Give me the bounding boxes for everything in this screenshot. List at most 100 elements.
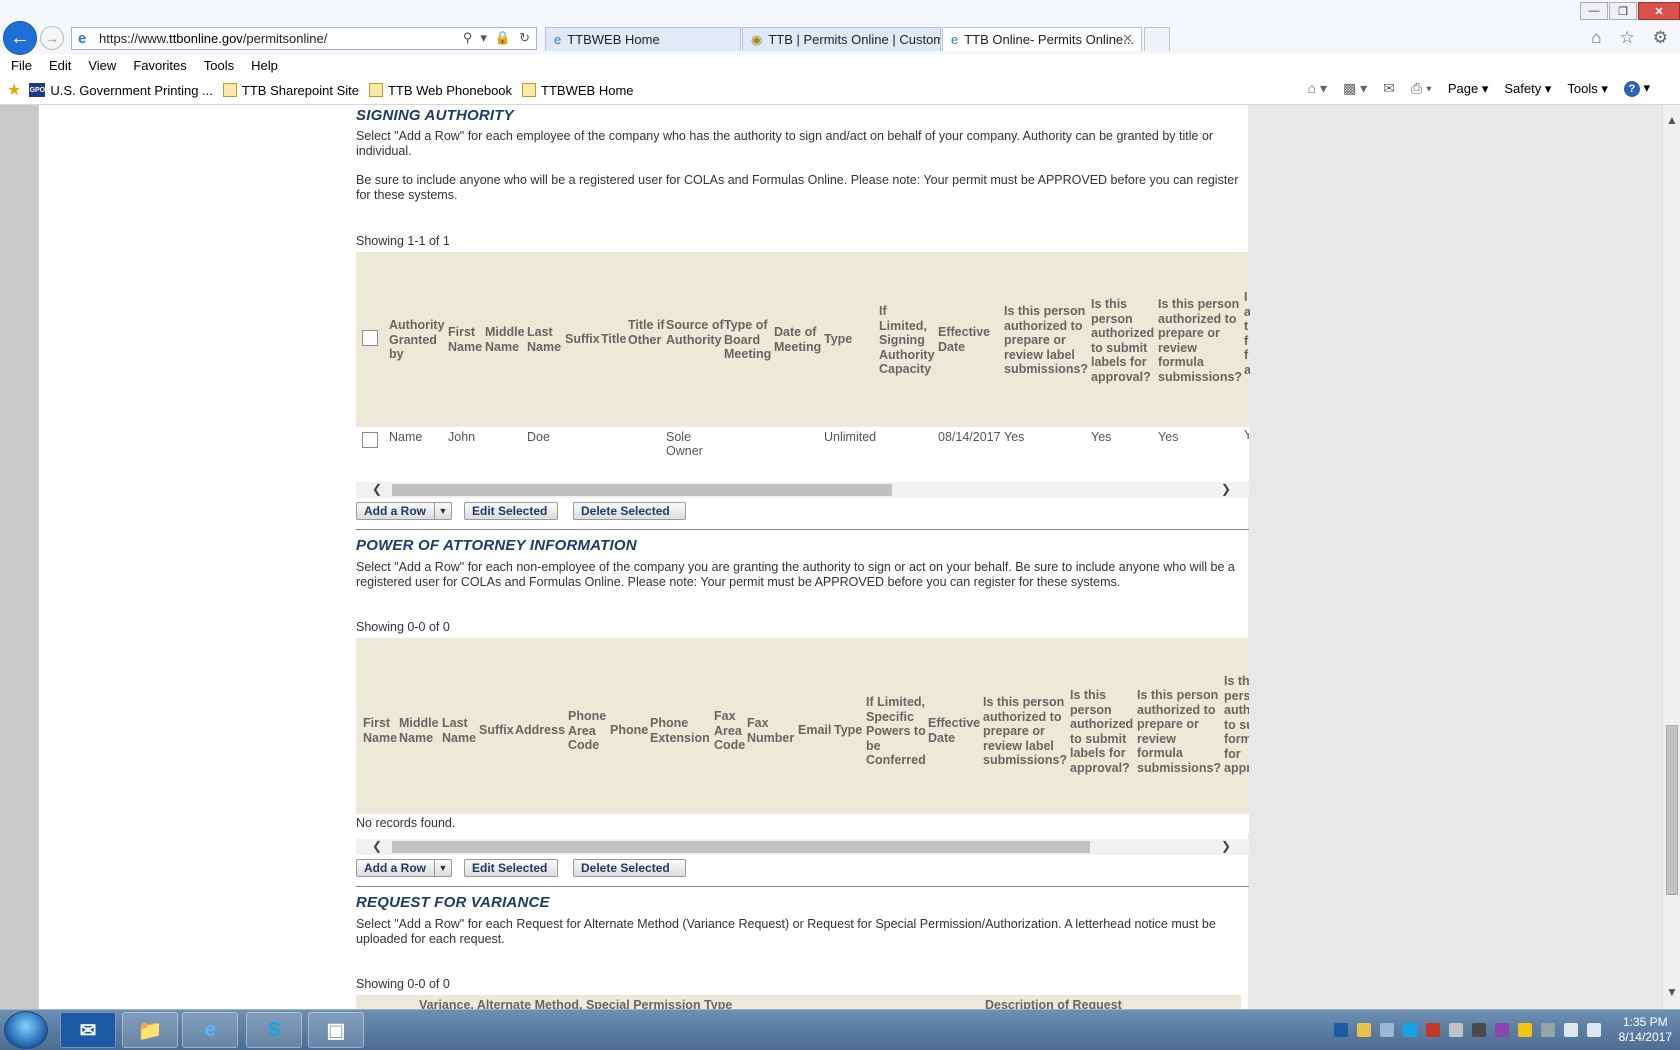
scroll-left-icon[interactable]: ❮ xyxy=(372,482,382,496)
col-authorized-submit-formulas-clipped[interactable]: I a t f f a xyxy=(1244,290,1250,377)
chevron-down-icon[interactable]: ▼ xyxy=(434,503,451,519)
device-tray-icon[interactable] xyxy=(1448,1023,1463,1037)
col-signing-capacity[interactable]: If Limited, Signing Authority Capacity xyxy=(879,304,937,377)
col-last-name[interactable]: Last Name xyxy=(527,325,563,354)
app-tray-icon[interactable] xyxy=(1494,1023,1509,1037)
scroll-right-icon[interactable]: ❯ xyxy=(1221,482,1231,496)
outlook-tray-icon[interactable] xyxy=(1333,1023,1348,1037)
col-type[interactable]: Type xyxy=(824,332,858,347)
col-suffix[interactable]: Suffix xyxy=(479,723,517,738)
menu-file[interactable]: File xyxy=(11,58,32,73)
shield-tray-icon[interactable] xyxy=(1425,1023,1440,1037)
tab-ttbweb-home[interactable]: e TTBWEB Home xyxy=(545,27,741,51)
star-icon[interactable]: ☆ xyxy=(1620,28,1635,48)
refresh-icon[interactable]: ↻ xyxy=(519,30,530,46)
col-type[interactable]: Type xyxy=(834,723,866,738)
menu-help[interactable]: Help xyxy=(251,58,278,73)
col-authorized-submit-labels[interactable]: Is this person authorized to submit labe… xyxy=(1070,688,1136,775)
signing-horizontal-scrollbar[interactable]: ❮ ❯ xyxy=(356,482,1249,498)
col-first-name[interactable]: First Name xyxy=(448,325,484,354)
tab-ttb-online-permits[interactable]: e TTB Online- Permits Online... ✕ xyxy=(942,27,1142,51)
scroll-up-icon[interactable]: ▲ xyxy=(1666,113,1678,127)
col-middle-name[interactable]: Middle Name xyxy=(399,716,441,745)
close-icon[interactable]: ✕ xyxy=(1122,31,1133,47)
gear-icon[interactable]: ⚙ xyxy=(1653,28,1668,48)
search-icon[interactable]: ⚲ xyxy=(463,30,473,46)
home-icon[interactable]: ⌂ ▾ xyxy=(1308,80,1327,97)
col-phone-extension[interactable]: Phone Extension xyxy=(650,716,714,745)
col-authority-granted-by[interactable]: Authority Granted by xyxy=(389,318,447,362)
chevron-down-icon[interactable]: ▾ xyxy=(480,30,487,46)
scroll-left-icon[interactable]: ❮ xyxy=(372,839,382,853)
col-authorized-submit-labels[interactable]: Is this person authorized to submit labe… xyxy=(1091,297,1157,384)
address-bar[interactable]: e https://www.ttbonline.gov/permitsonlin… xyxy=(71,27,537,50)
col-description-of-request[interactable]: Description of Request xyxy=(985,998,1185,1009)
cmd-page[interactable]: Page ▾ xyxy=(1448,81,1489,97)
scroll-thumb[interactable] xyxy=(392,841,1090,853)
col-suffix[interactable]: Suffix xyxy=(565,332,603,347)
cmd-safety[interactable]: Safety ▾ xyxy=(1504,81,1551,97)
vertical-scrollbar[interactable]: ▲ ▼ xyxy=(1662,105,1680,1009)
col-authorized-review-labels[interactable]: Is this person authorized to prepare or … xyxy=(983,695,1069,768)
new-tab-button[interactable] xyxy=(1144,27,1170,51)
menu-tools[interactable]: Tools xyxy=(204,58,234,73)
fav-ttb-phonebook[interactable]: TTB Web Phonebook xyxy=(368,83,512,98)
col-title-if-other[interactable]: Title if Other xyxy=(628,318,666,347)
scroll-down-icon[interactable]: ▼ xyxy=(1666,985,1678,999)
taskbar-app-window[interactable]: ▣ xyxy=(308,1012,364,1048)
fav-ttb-sharepoint[interactable]: TTB Sharepoint Site xyxy=(222,83,359,98)
col-address[interactable]: Address xyxy=(515,723,569,738)
taskbar-file-explorer[interactable]: 📁 xyxy=(122,1012,178,1048)
col-authorized-review-formulas[interactable]: Is this person authorized to prepare or … xyxy=(1137,688,1225,775)
col-specific-powers[interactable]: If Limited, Specific Powers to be Confer… xyxy=(866,695,930,768)
tab-permits-online-custom[interactable]: ◉ TTB | Permits Online | Custom... xyxy=(742,27,941,51)
taskbar-skype[interactable]: S xyxy=(246,1012,302,1048)
start-button[interactable] xyxy=(4,1011,48,1049)
table-row[interactable]: Name John Doe Sole Owner Unlimited 08/14… xyxy=(356,427,1249,480)
fav-gpo[interactable]: GPO U.S. Government Printing ... xyxy=(29,83,213,98)
menu-favorites[interactable]: Favorites xyxy=(133,58,186,73)
rss-feed-icon[interactable]: ▩ ▾ xyxy=(1343,80,1367,97)
row-checkbox[interactable] xyxy=(362,432,378,448)
taskbar-outlook[interactable]: ✉ xyxy=(60,1012,116,1048)
system-clock[interactable]: 1:35 PM 8/14/2017 xyxy=(1619,1015,1672,1045)
poa-edit-selected-button[interactable]: Edit Selected xyxy=(464,859,558,877)
select-all-checkbox[interactable] xyxy=(362,330,378,346)
col-type-of-board-meeting[interactable]: Type of Board Meeting xyxy=(724,318,774,362)
col-effective-date[interactable]: Effective Date xyxy=(938,325,998,354)
back-button[interactable]: ← xyxy=(3,21,37,55)
network-tray-icon[interactable] xyxy=(1563,1023,1578,1037)
col-date-of-meeting[interactable]: Date of Meeting xyxy=(774,325,822,354)
fav-ttbweb-home[interactable]: TTBWEB Home xyxy=(522,83,634,98)
volume-tray-icon[interactable] xyxy=(1586,1023,1601,1037)
menu-edit[interactable]: Edit xyxy=(49,58,71,73)
poa-horizontal-scrollbar[interactable]: ❮ ❯ xyxy=(356,839,1249,855)
restore-button[interactable]: ❐ xyxy=(1609,2,1637,20)
col-fax-area-code[interactable]: Fax Area Code xyxy=(714,709,746,753)
col-phone[interactable]: Phone xyxy=(610,723,650,738)
col-authorized-submit-formulas-clipped[interactable]: Is this person authorized to submit form… xyxy=(1224,674,1249,776)
col-last-name[interactable]: Last Name xyxy=(442,716,478,745)
col-fax-number[interactable]: Fax Number xyxy=(747,716,797,745)
favorites-star-icon[interactable]: ★ xyxy=(7,80,21,100)
poa-add-row-button[interactable]: Add a Row ▼ xyxy=(356,859,452,877)
minimize-button[interactable]: — xyxy=(1580,2,1608,20)
print-icon[interactable]: ⎙ ▾ xyxy=(1411,80,1432,97)
scroll-right-icon[interactable]: ❯ xyxy=(1221,839,1231,853)
col-phone-area-code[interactable]: Phone Area Code xyxy=(568,709,610,753)
signing-add-row-button[interactable]: Add a Row ▼ xyxy=(356,502,452,520)
col-authorized-review-formulas[interactable]: Is this person authorized to prepare or … xyxy=(1158,297,1246,384)
col-variance-type[interactable]: Variance, Alternate Method, Special Perm… xyxy=(419,998,839,1009)
col-source-of-authority[interactable]: Source of Authority xyxy=(666,318,724,347)
lock-icon[interactable]: 🔒 xyxy=(495,30,511,46)
col-middle-name[interactable]: Middle Name xyxy=(485,325,527,354)
scroll-thumb[interactable] xyxy=(392,484,892,496)
col-email[interactable]: Email xyxy=(798,723,834,738)
flag-tray-icon[interactable] xyxy=(1540,1023,1555,1037)
user-tray-icon[interactable] xyxy=(1379,1023,1394,1037)
mail-icon[interactable]: ✉ xyxy=(1383,80,1395,97)
pen-tray-icon[interactable] xyxy=(1356,1023,1371,1037)
cmd-tools[interactable]: Tools ▾ xyxy=(1567,81,1608,97)
hand-tray-icon[interactable] xyxy=(1517,1023,1532,1037)
skype-tray-icon[interactable] xyxy=(1402,1023,1417,1037)
